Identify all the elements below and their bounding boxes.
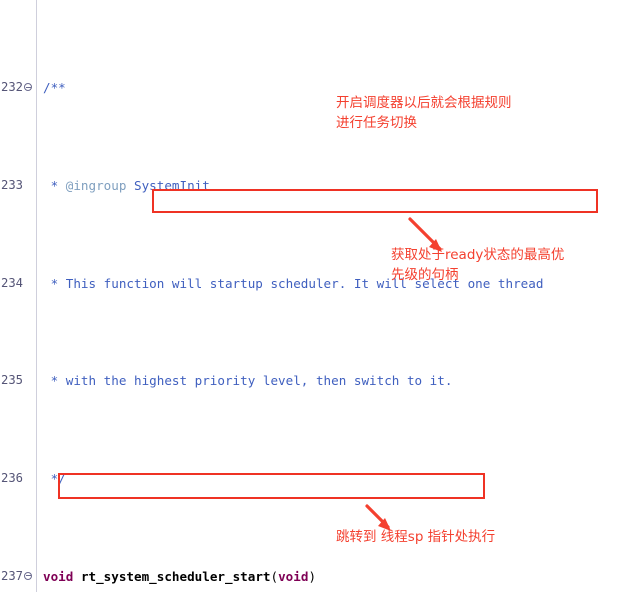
line-number: 237 [0,566,24,587]
line-number: 232 [0,78,24,98]
annotation-scheduler-start: 开启调度器以后就会根据规则 进行任务切换 [336,95,512,131]
line-number: 235 [0,371,24,391]
code-line[interactable]: 236 */ [0,469,617,489]
line-content[interactable]: * @ingroup SystemInit [35,176,617,196]
gutter-separator [36,0,37,592]
line-number: 236 [0,469,24,489]
code-lines[interactable]: 232 /** 233 * @ingroup SystemInit 234 * … [0,0,617,592]
line-content[interactable]: * with the highest priority level, then … [35,371,617,391]
line-content[interactable]: void rt_system_scheduler_start(void) [35,567,617,587]
code-editor[interactable]: 232 /** 233 * @ingroup SystemInit 234 * … [0,0,617,592]
code-line[interactable]: 235 * with the highest priority level, t… [0,371,617,391]
line-content[interactable]: */ [35,469,617,489]
code-line[interactable]: 233 * @ingroup SystemInit [0,175,617,196]
line-number: 234 [0,273,24,294]
code-line[interactable]: 237 void rt_system_scheduler_start(void) [0,566,617,587]
arrow-to-line-257 [365,504,391,531]
arrow-to-line-242 [408,217,442,252]
line-number: 233 [0,175,24,196]
